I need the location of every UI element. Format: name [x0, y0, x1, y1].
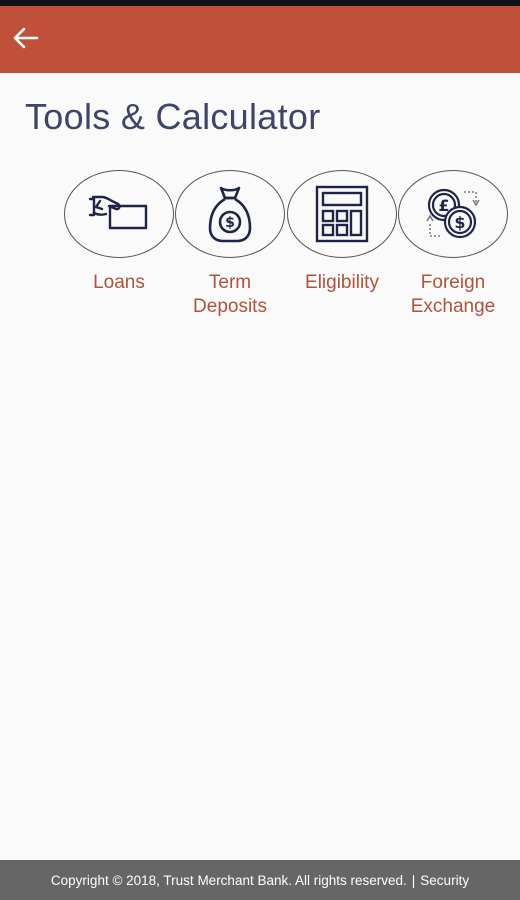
currency-exchange-icon: £ $ [426, 188, 480, 239]
tool-foreign-exchange[interactable]: £ $ Foreign Exchange [397, 170, 509, 319]
page-title: Tools & Calculator [25, 96, 321, 137]
tool-circle [64, 170, 174, 258]
svg-text:$: $ [454, 213, 465, 232]
tool-circle: $ [175, 170, 285, 258]
svg-text:$: $ [225, 215, 235, 231]
back-button[interactable] [6, 18, 46, 58]
tool-loans[interactable]: Loans [63, 170, 175, 295]
tool-eligibility[interactable]: Eligibility [286, 170, 398, 295]
footer-separator: | [411, 872, 416, 888]
money-bag-icon: $ [208, 186, 252, 243]
app-bar [0, 6, 520, 73]
tool-term-deposits[interactable]: $ Term Deposits [174, 170, 286, 319]
tool-label-eligibility: Eligibility [305, 272, 379, 293]
arrow-left-icon [13, 27, 39, 49]
security-link[interactable]: Security [420, 873, 469, 888]
calculator-icon [315, 185, 369, 243]
hand-money-icon [88, 195, 148, 230]
tool-circle [287, 170, 397, 258]
svg-text:£: £ [438, 196, 449, 215]
footer-copyright: Copyright © 2018, Trust Merchant Bank. A… [50, 872, 407, 888]
footer: Copyright © 2018, Trust Merchant Bank. A… [0, 860, 520, 900]
tool-label-foreign-exchange: Foreign Exchange [410, 272, 496, 317]
tool-label-loans: Loans [93, 272, 145, 293]
tool-label-term-deposits: Term Deposits [193, 272, 267, 317]
tool-circle: £ $ [398, 170, 508, 258]
